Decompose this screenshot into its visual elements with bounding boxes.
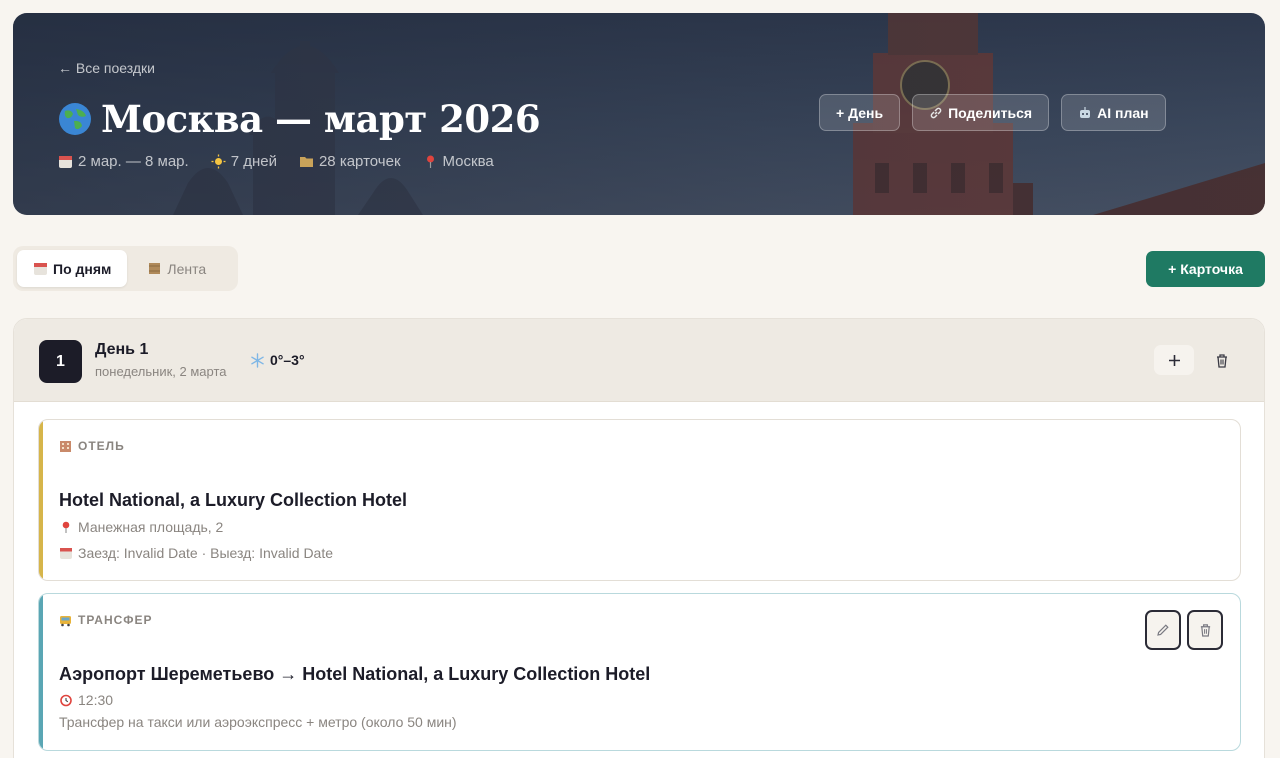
transfer-card[interactable]: ТРАНСФЕР Аэропорт Шереметьево → Hotel Na… (38, 593, 1241, 751)
plus-icon (1168, 354, 1180, 366)
pin-icon (426, 155, 434, 168)
add-item-to-day-button[interactable] (1154, 345, 1194, 375)
trip-days-count: 7 дней (211, 153, 277, 170)
hotel-icon (60, 440, 71, 452)
tab-feed[interactable]: Лента (131, 250, 222, 287)
day-number-badge: 1 (39, 340, 82, 383)
day-weather: 0°–3° (250, 352, 305, 368)
page-title: Москва — март 2026 (101, 97, 541, 141)
trip-cards-count: 28 карточек (299, 153, 401, 170)
day-title: День 1 (95, 341, 149, 358)
snowflake-icon (251, 352, 264, 368)
tab-by-days[interactable]: По дням (17, 250, 128, 287)
trip-dates: 2 мар. — 8 мар. (58, 153, 189, 170)
calendar-icon (59, 156, 72, 168)
trip-meta: 2 мар. — 8 мар. 7 дней 28 карточек Москв… (58, 153, 494, 170)
card-title: Аэропорт Шереметьево → Hotel National, a… (59, 664, 651, 684)
folder-icon (299, 157, 313, 167)
card-address: Манежная площадь, 2 (59, 519, 223, 535)
add-day-button[interactable]: + День (819, 94, 901, 131)
trash-icon (1200, 624, 1210, 637)
day-date: понедельник, 2 марта (95, 364, 227, 379)
card-type-label: ТРАНСФЕР (59, 613, 153, 627)
trip-title: Москва — март 2026 (57, 97, 541, 141)
pencil-icon (1157, 624, 1169, 636)
calendar-icon (60, 548, 72, 559)
card-checkin-dates: Заезд: Invalid Date · Выезд: Invalid Dat… (59, 545, 333, 561)
alarm-clock-icon (60, 694, 72, 707)
sun-icon (211, 154, 226, 169)
pin-icon (62, 521, 70, 533)
edit-card-button[interactable] (1145, 610, 1181, 650)
hero-actions: + День Поделиться AI план (819, 94, 1166, 131)
trip-city: Москва (423, 153, 494, 170)
view-toggle: По дням Лента (13, 246, 238, 291)
card-type-label: ОТЕЛЬ (59, 439, 125, 453)
card-title: Hotel National, a Luxury Collection Hote… (59, 490, 408, 510)
calendar-icon (34, 263, 47, 275)
share-button[interactable]: Поделиться (912, 94, 1050, 131)
bus-icon (60, 615, 71, 626)
delete-day-button[interactable] (1202, 345, 1242, 375)
scroll-icon (149, 263, 161, 274)
day-header: 1 День 1 понедельник, 2 марта 0°–3° (14, 319, 1264, 402)
day-section: 1 День 1 понедельник, 2 марта 0°–3° ОТЕЛ… (13, 318, 1265, 758)
add-card-button[interactable]: + Карточка (1146, 251, 1265, 287)
card-time: 12:30 (59, 692, 113, 708)
hotel-card[interactable]: ОТЕЛЬ Hotel National, a Luxury Collectio… (38, 419, 1241, 581)
delete-card-button[interactable] (1187, 610, 1223, 650)
card-actions (1145, 610, 1223, 650)
globe-icon (59, 103, 91, 135)
robot-icon (1080, 106, 1091, 118)
trip-hero: ← Все поездки Москва — март 2026 2 мар. … (13, 13, 1265, 215)
card-note: Трансфер на такси или аэроэкспресс + мет… (59, 714, 457, 730)
trash-icon (1217, 353, 1227, 368)
back-to-trips-link[interactable]: ← Все поездки (58, 60, 155, 76)
link-icon (930, 107, 942, 118)
ai-plan-button[interactable]: AI план (1061, 94, 1166, 131)
